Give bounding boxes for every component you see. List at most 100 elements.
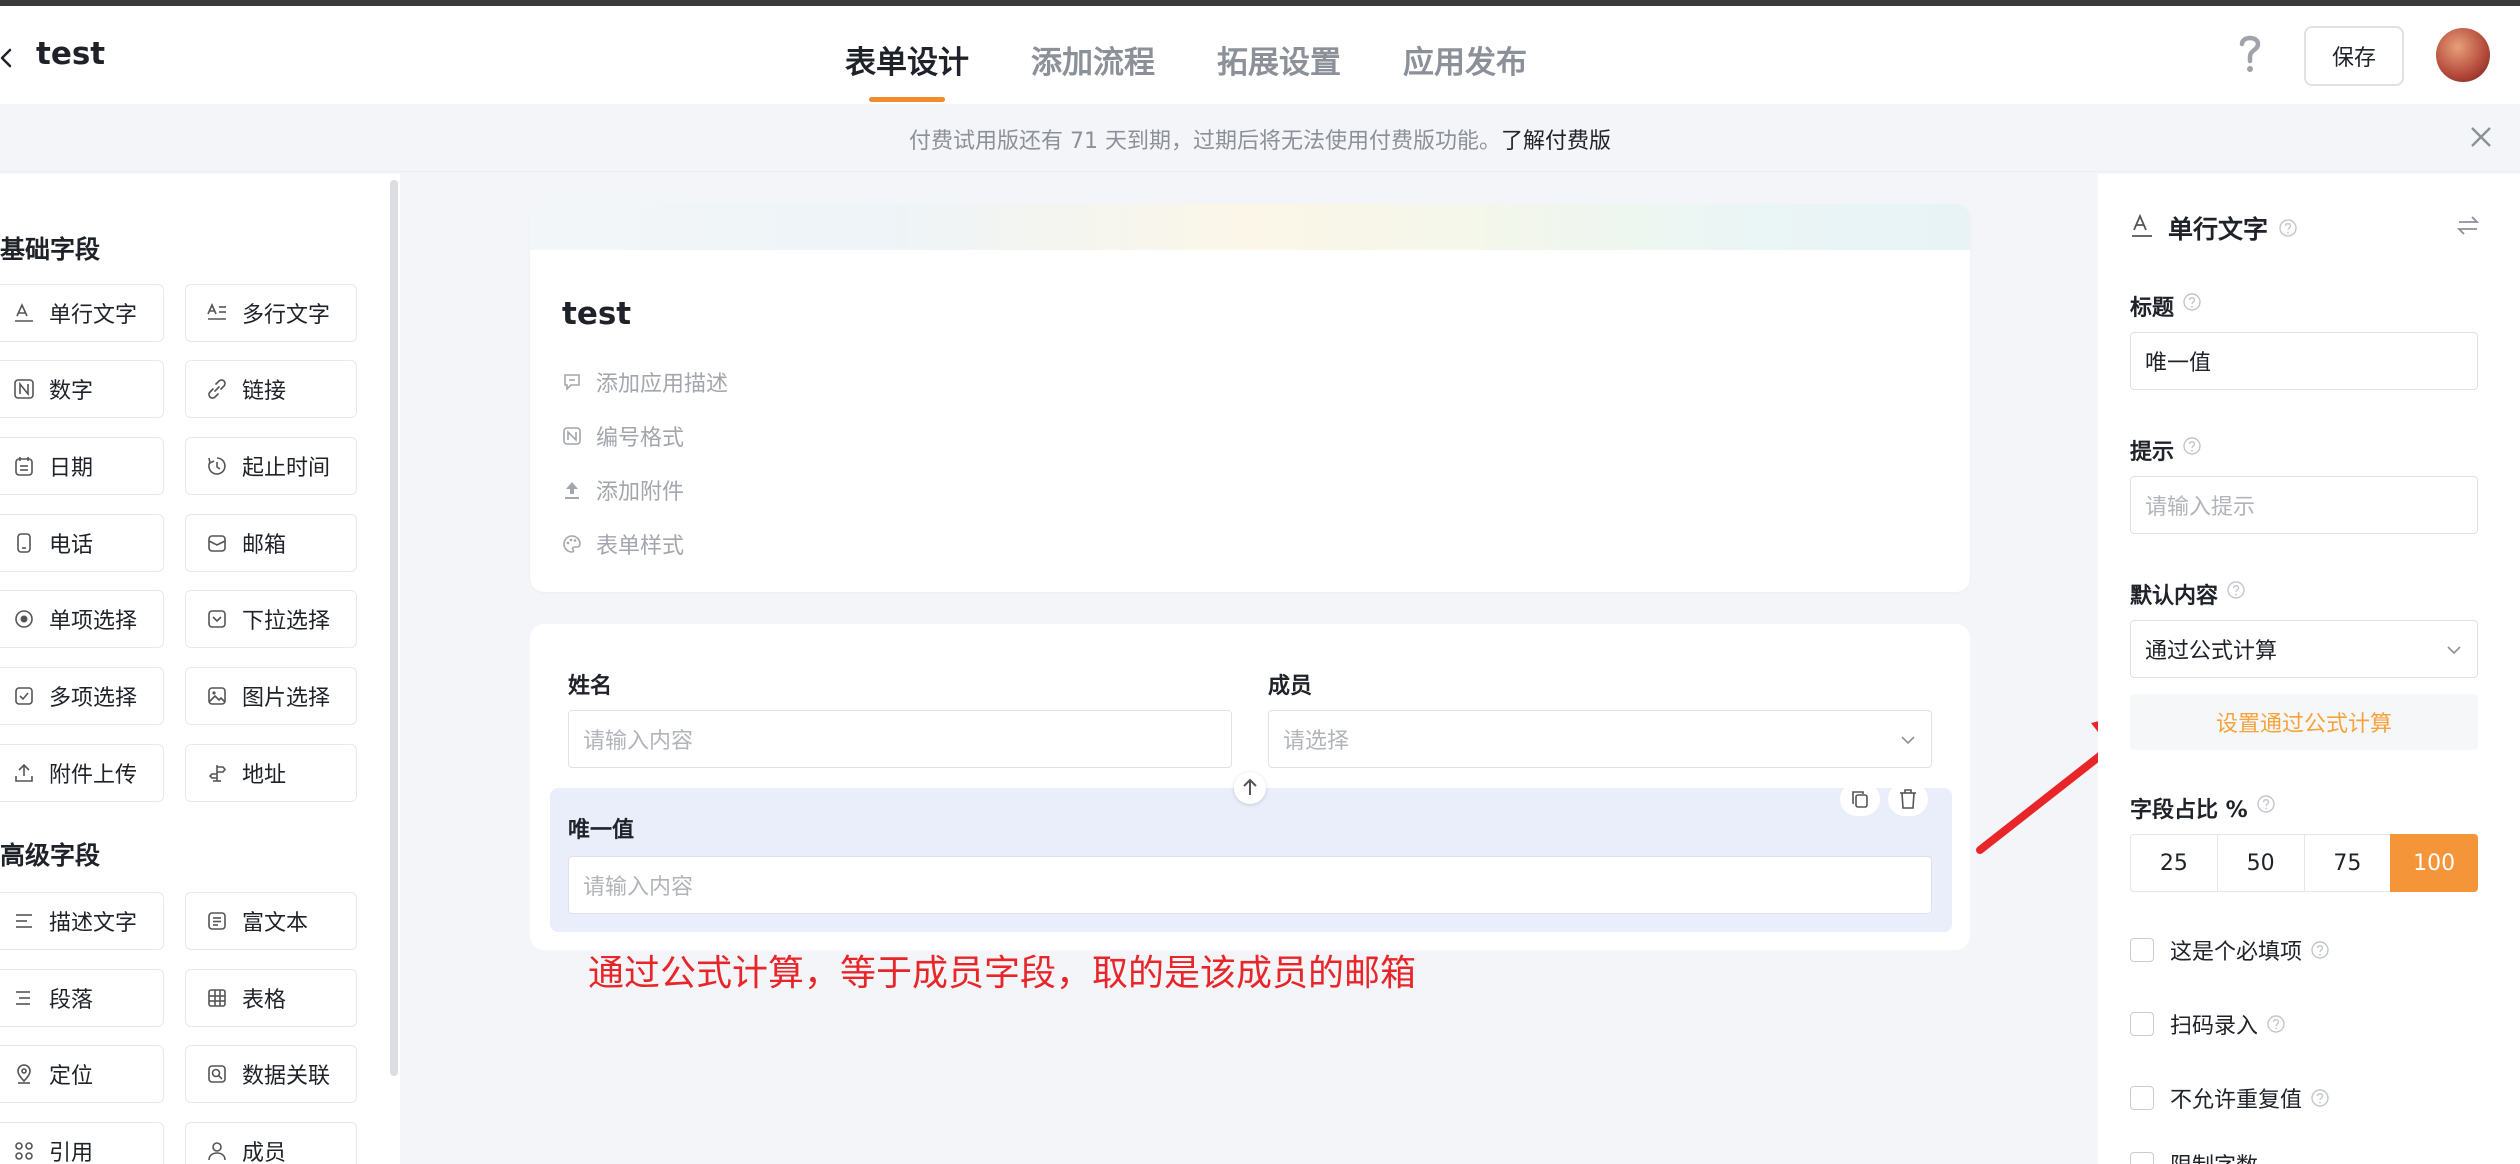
link-icon — [208, 379, 226, 399]
field-link[interactable]: 链接 — [185, 360, 357, 418]
field-dropdown[interactable]: 下拉选择 — [185, 590, 357, 648]
question-icon[interactable] — [2182, 436, 2202, 456]
word-limit-checkbox[interactable] — [2130, 1152, 2154, 1164]
hint-input[interactable]: 请输入提示 — [2130, 476, 2478, 534]
field-label: 数据关联 — [242, 1064, 331, 1089]
annotation-note: 通过公式计算，等于成员字段，取的是该成员的邮箱 — [588, 953, 1417, 994]
radio-icon — [15, 610, 33, 628]
field-label: 下拉选择 — [242, 609, 331, 634]
banner-text: 付费试用版还有 71 天到期，过期后将无法使用付费版功能。 — [909, 129, 1501, 154]
field-paragraph[interactable]: 段落 — [0, 969, 164, 1027]
number-format-button[interactable]: 编号格式 — [562, 420, 684, 452]
question-icon[interactable] — [2182, 292, 2202, 312]
field-phone[interactable]: 电话 — [0, 514, 164, 572]
form-header-gradient — [530, 204, 1970, 250]
member-field-label: 成员 — [1268, 674, 1313, 699]
close-icon[interactable] — [2468, 124, 2494, 150]
arrow-up-icon[interactable] — [1234, 772, 1266, 804]
required-checkbox-row[interactable]: 这是个必填项 — [2130, 934, 2330, 966]
unique-input[interactable]: 请输入内容 — [568, 856, 1932, 914]
default-content-select[interactable]: 通过公式计算 — [2130, 620, 2478, 678]
user-avatar[interactable] — [2436, 28, 2490, 82]
delete-field-button[interactable] — [1888, 782, 1928, 816]
banner-upgrade-link[interactable]: 了解付费版 — [1501, 129, 1611, 154]
ratio-option-75[interactable]: 75 — [2303, 834, 2391, 892]
meta-label: 表单样式 — [596, 534, 685, 559]
field-email[interactable]: 邮箱 — [185, 514, 357, 572]
field-description[interactable]: 描述文字 — [0, 892, 164, 950]
field-type-title: 单行文字 — [2168, 215, 2269, 244]
copy-field-button[interactable] — [1840, 782, 1880, 816]
field-table[interactable]: 表格 — [185, 969, 357, 1027]
phone-icon — [17, 533, 31, 553]
field-label: 多行文字 — [242, 303, 331, 328]
no-duplicate-checkbox-row[interactable]: 不允许重复值 — [2130, 1082, 2330, 1114]
field-attachment[interactable]: 附件上传 — [0, 744, 164, 802]
field-multi-choice[interactable]: 多项选择 — [0, 667, 164, 725]
address-icon — [208, 765, 227, 782]
no-duplicate-checkbox[interactable] — [2130, 1086, 2154, 1110]
rich-text-icon — [208, 912, 226, 930]
question-icon[interactable] — [2278, 218, 2298, 238]
field-multi-line-text[interactable]: 多行文字 — [185, 284, 357, 342]
question-icon[interactable] — [2310, 940, 2330, 960]
title-input[interactable]: 唯一值 — [2130, 332, 2478, 390]
question-icon[interactable] — [2266, 1014, 2286, 1034]
palette-scrollbar[interactable] — [390, 180, 398, 1076]
name-input[interactable]: 请输入内容 — [568, 710, 1232, 768]
scan-input-checkbox[interactable] — [2130, 1012, 2154, 1036]
field-address[interactable]: 地址 — [185, 744, 357, 802]
field-image-choice[interactable]: 图片选择 — [185, 667, 357, 725]
tab-form-design[interactable]: 表单设计 — [845, 6, 969, 104]
field-single-line-text[interactable]: 单行文字 — [0, 284, 164, 342]
add-description-button[interactable]: 添加应用描述 — [562, 366, 728, 398]
question-icon[interactable] — [2310, 1088, 2330, 1108]
text-icon — [2132, 213, 2152, 237]
field-member[interactable]: 成员 — [185, 1122, 357, 1164]
swap-icon[interactable] — [2456, 212, 2480, 240]
ratio-option-100[interactable]: 100 — [2390, 834, 2478, 892]
ratio-option-25[interactable]: 25 — [2130, 834, 2217, 892]
field-ratio-label: 字段占比 % — [2130, 798, 2248, 823]
meta-label: 编号格式 — [596, 426, 685, 451]
tab-app-publish[interactable]: 应用发布 — [1403, 6, 1527, 104]
save-button[interactable]: 保存 — [2304, 26, 2404, 86]
upload-icon — [565, 482, 579, 499]
app-header: test 表单设计 添加流程 拓展设置 应用发布 保存 — [0, 6, 2520, 104]
field-single-choice[interactable]: 单项选择 — [0, 590, 164, 648]
form-title[interactable]: test — [562, 296, 631, 332]
add-attachment-button[interactable]: 添加附件 — [562, 474, 684, 506]
word-limit-checkbox-row[interactable]: 限制字数 — [2130, 1148, 2258, 1164]
ratio-option-50[interactable]: 50 — [2216, 834, 2304, 892]
default-content-label: 默认内容 — [2130, 584, 2219, 609]
field-label: 电话 — [49, 533, 94, 558]
field-data-link[interactable]: 数据关联 — [185, 1045, 357, 1103]
scan-input-checkbox-row[interactable]: 扫码录入 — [2130, 1008, 2286, 1040]
field-label: 段落 — [49, 988, 94, 1013]
field-time-range[interactable]: 起止时间 — [185, 437, 357, 495]
tab-add-process[interactable]: 添加流程 — [1031, 6, 1155, 104]
title-input-value: 唯一值 — [2145, 351, 2212, 376]
table-icon — [208, 989, 226, 1007]
checkbox-icon — [15, 687, 33, 705]
required-checkbox[interactable] — [2130, 938, 2154, 962]
help-icon[interactable] — [2236, 32, 2264, 76]
dropdown-icon — [208, 610, 226, 628]
multiline-text-icon — [207, 303, 226, 320]
field-rich-text[interactable]: 富文本 — [185, 892, 357, 950]
data-link-icon — [208, 1065, 226, 1083]
form-style-button[interactable]: 表单样式 — [562, 528, 684, 560]
question-icon[interactable] — [2256, 794, 2276, 814]
chevron-down-icon — [2447, 646, 2461, 655]
field-location[interactable]: 定位 — [0, 1045, 164, 1103]
set-formula-button[interactable]: 设置通过公式计算 — [2130, 694, 2478, 750]
tab-extended-settings[interactable]: 拓展设置 — [1217, 6, 1341, 104]
back-arrow-icon[interactable] — [0, 38, 24, 78]
field-date[interactable]: 日期 — [0, 437, 164, 495]
field-reference[interactable]: 引用 — [0, 1122, 164, 1164]
field-ratio-selector: 25 50 75 100 — [2130, 834, 2478, 892]
question-icon[interactable] — [2226, 580, 2246, 600]
field-number[interactable]: 数字 — [0, 360, 164, 418]
mail-icon — [208, 535, 226, 552]
member-select[interactable]: 请选择 — [1268, 710, 1932, 768]
